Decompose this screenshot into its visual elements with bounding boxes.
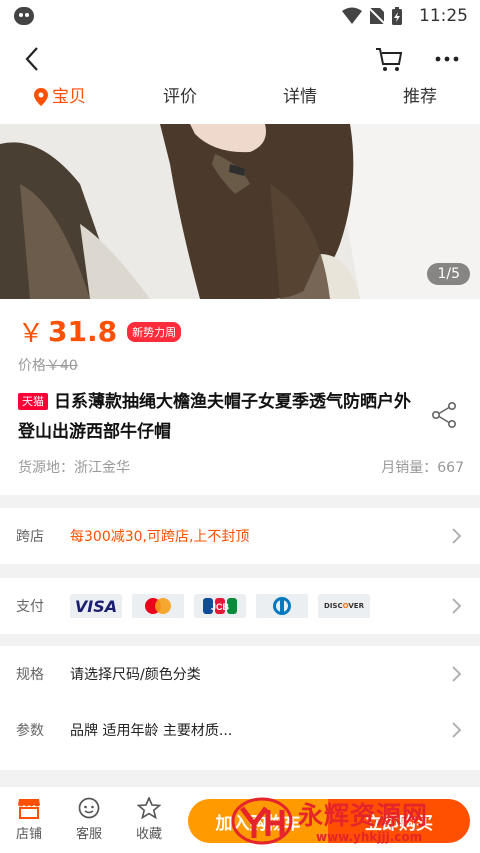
shop-icon: [18, 799, 40, 819]
chevron-right-icon: [452, 666, 462, 682]
payment-label: 支付: [16, 599, 44, 615]
original-price-value: ￥40: [46, 358, 78, 374]
original-price-label: 价格: [18, 358, 46, 374]
current-price: 31.8: [48, 315, 118, 348]
origin-text: 货源地：浙江金华: [18, 460, 130, 476]
tab-recommend[interactable]: 推荐: [360, 82, 480, 118]
mastercard-icon: [132, 594, 184, 618]
status-time: 11:25: [419, 6, 468, 26]
payment-row[interactable]: 支付 VISA JCB DISCOVER: [0, 578, 480, 634]
battery-icon: [392, 7, 402, 25]
chevron-right-icon: [452, 722, 462, 738]
price-row: ￥ 31.8 新势力周: [18, 313, 182, 350]
status-icons: [342, 6, 402, 26]
payment-card: 支付 VISA JCB DISCOVER: [0, 578, 480, 634]
spec-row[interactable]: 规格 请选择尺码/颜色分类: [0, 646, 480, 702]
params-row[interactable]: 参数 品牌 适用年龄 主要材质...: [0, 702, 480, 758]
tab-recommend-label: 推荐: [403, 87, 437, 107]
location-pin-icon: [34, 88, 48, 106]
product-image-gallery[interactable]: 1/5: [0, 124, 480, 299]
original-price: 价格￥40: [18, 355, 78, 375]
customer-service-label: 客服: [75, 827, 102, 842]
star-icon: [137, 797, 161, 819]
jcb-icon: JCB: [194, 594, 246, 618]
tab-details-label: 详情: [283, 87, 317, 107]
watermark-logo: [231, 797, 293, 845]
product-title: 天猫 日系薄款抽绳大檐渔夫帽子女夏季透气防晒户外登山出游西部牛仔帽: [18, 387, 418, 447]
site-watermark: 永辉资源网 www.yhkjjj.com: [230, 794, 470, 849]
product-photo: [0, 124, 480, 299]
tab-product-label: 宝贝: [52, 87, 86, 107]
favorite-label: 收藏: [135, 827, 162, 842]
cross-store-promo-row[interactable]: 跨店 每300减30,可跨店,上不封顶: [0, 508, 480, 564]
share-icon[interactable]: [430, 401, 458, 429]
spec-value: 请选择尺码/颜色分类: [70, 667, 201, 683]
customer-service-button[interactable]: 客服: [66, 797, 112, 842]
diners-club-icon: [256, 594, 308, 618]
promo-card: 跨店 每300减30,可跨店,上不封顶: [0, 508, 480, 564]
back-arrow-icon[interactable]: [18, 44, 48, 74]
cart-icon[interactable]: [374, 44, 404, 74]
wifi-icon: [342, 7, 362, 24]
tab-product[interactable]: 宝贝: [0, 82, 120, 118]
favorite-button[interactable]: 收藏: [126, 797, 172, 842]
svg-text:JCB: JCB: [211, 602, 230, 612]
chevron-right-icon: [452, 598, 462, 614]
promo-label: 跨店: [16, 529, 44, 545]
promo-tag: 新势力周: [127, 321, 182, 342]
monthly-sales: 月销量：667: [381, 460, 464, 476]
tab-details[interactable]: 详情: [240, 82, 360, 118]
image-counter: 1/5: [427, 263, 470, 285]
top-nav-bar: 宝贝 评价 详情 推荐: [0, 32, 480, 124]
shop-button[interactable]: 店铺: [6, 797, 52, 842]
params-label: 参数: [16, 723, 44, 739]
params-value: 品牌 适用年龄 主要材质...: [70, 723, 233, 739]
payment-methods: VISA JCB DISCOVER: [70, 594, 370, 618]
watermark-text: 永辉资源网: [298, 801, 429, 830]
product-title-text: 日系薄款抽绳大檐渔夫帽子女夏季透气防晒户外登山出游西部牛仔帽: [18, 392, 411, 442]
watermark-url: www.yhkjjj.com: [316, 830, 423, 844]
currency-symbol: ￥: [18, 319, 45, 349]
visa-icon: VISA: [70, 594, 122, 618]
app-notification-icon: [14, 7, 34, 25]
tmall-badge: 天猫: [18, 393, 48, 410]
customer-service-icon: [78, 797, 100, 819]
promo-value: 每300减30,可跨店,上不封顶: [70, 529, 250, 545]
spec-card: 规格 请选择尺码/颜色分类 参数 品牌 适用年龄 主要材质...: [0, 646, 480, 770]
chevron-right-icon: [452, 528, 462, 544]
discover-icon: DISCOVER: [318, 594, 370, 618]
meta-row: 货源地：浙江金华 月销量：667: [18, 457, 464, 477]
no-sim-icon: [367, 6, 387, 26]
tab-reviews-label: 评价: [163, 87, 197, 107]
more-options-icon[interactable]: [432, 44, 462, 74]
shop-label: 店铺: [15, 827, 42, 842]
status-bar: 11:25: [0, 0, 480, 32]
price-title-card: ￥ 31.8 新势力周 价格￥40 天猫 日系薄款抽绳大檐渔夫帽子女夏季透气防晒户…: [0, 299, 480, 495]
section-tabs: 宝贝 评价 详情 推荐: [0, 82, 480, 118]
spec-label: 规格: [16, 667, 44, 683]
tab-reviews[interactable]: 评价: [120, 82, 240, 118]
